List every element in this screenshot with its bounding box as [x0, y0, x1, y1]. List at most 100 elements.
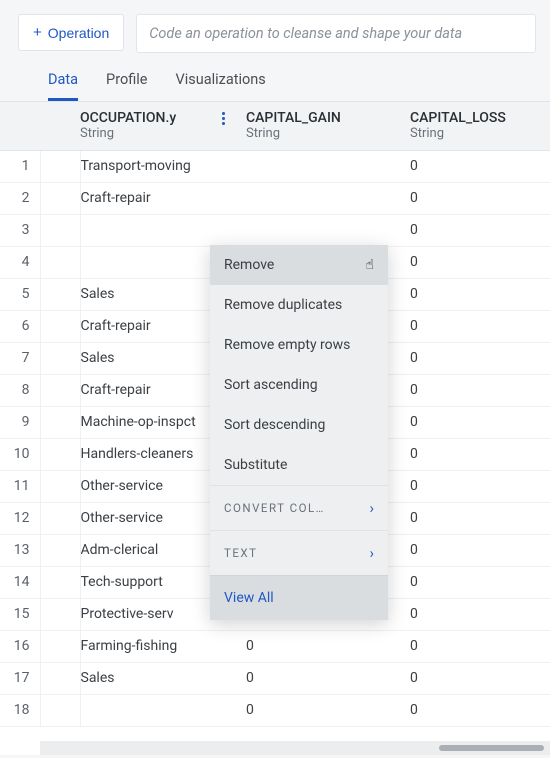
tabs: Data Profile Visualizations: [0, 53, 550, 102]
row-gap: [40, 598, 80, 630]
cell-capital-loss[interactable]: 0: [410, 342, 550, 374]
cell-capital-loss[interactable]: 0: [410, 694, 550, 726]
row-number: 2: [0, 182, 40, 214]
cell-capital-loss[interactable]: 0: [410, 502, 550, 534]
cell-capital-loss[interactable]: 0: [410, 182, 550, 214]
table-row[interactable]: 1 Transport-moving 0: [0, 150, 550, 182]
row-gap: [40, 342, 80, 374]
cell-capital-gain[interactable]: 0: [246, 662, 410, 694]
row-number: 6: [0, 310, 40, 342]
row-number: 4: [0, 246, 40, 278]
row-number: 16: [0, 630, 40, 662]
row-number: 12: [0, 502, 40, 534]
row-number: 17: [0, 662, 40, 694]
cell-occupation[interactable]: Craft-repair: [80, 182, 246, 214]
horizontal-scrollbar[interactable]: [40, 741, 550, 755]
cell-capital-gain[interactable]: 0: [246, 694, 410, 726]
cell-capital-loss[interactable]: 0: [410, 534, 550, 566]
row-number: 13: [0, 534, 40, 566]
table-row[interactable]: 30: [0, 214, 550, 246]
menu-item-view-all[interactable]: View All: [210, 575, 388, 620]
cell-capital-loss[interactable]: 0: [410, 310, 550, 342]
row-gap: [40, 438, 80, 470]
row-gap: [40, 246, 80, 278]
column-header-capital-gain[interactable]: CAPITAL_GAIN String: [246, 102, 410, 150]
column-type: String: [246, 126, 341, 141]
menu-item-remove-duplicates[interactable]: Remove duplicates: [210, 285, 388, 325]
menu-item-sort-ascending[interactable]: Sort ascending: [210, 365, 388, 405]
rownum-header: [0, 102, 40, 150]
cell-capital-loss[interactable]: 0: [410, 278, 550, 310]
add-operation-button[interactable]: + Operation: [18, 14, 124, 51]
column-header-capital-loss[interactable]: CAPITAL_LOSS String: [410, 102, 550, 150]
row-number: 15: [0, 598, 40, 630]
chevron-right-icon: ›: [369, 544, 374, 562]
chevron-right-icon: ›: [369, 499, 374, 517]
scrollbar-thumb[interactable]: [439, 745, 544, 751]
cell-capital-loss[interactable]: 0: [410, 406, 550, 438]
row-number: 18: [0, 694, 40, 726]
menu-item-sort-descending[interactable]: Sort descending: [210, 405, 388, 445]
cell-capital-gain[interactable]: [246, 150, 410, 182]
row-gap: [40, 214, 80, 246]
row-gap: [40, 566, 80, 598]
row-number: 9: [0, 406, 40, 438]
cell-capital-loss[interactable]: 0: [410, 662, 550, 694]
row-number: 14: [0, 566, 40, 598]
table-row[interactable]: 1800: [0, 694, 550, 726]
cell-capital-loss[interactable]: 0: [410, 438, 550, 470]
cell-occupation[interactable]: Sales: [80, 662, 246, 694]
column-context-menu: Remove ☝︎ Remove duplicates Remove empty…: [210, 245, 388, 620]
row-gap: [40, 502, 80, 534]
column-name: OCCUPATION.y: [80, 110, 176, 126]
row-gap: [40, 310, 80, 342]
row-number: 8: [0, 374, 40, 406]
data-grid: OCCUPATION.y String CAPITAL_GAIN String: [0, 102, 550, 755]
cell-capital-loss[interactable]: 0: [410, 150, 550, 182]
row-number: 10: [0, 438, 40, 470]
cell-capital-loss[interactable]: 0: [410, 246, 550, 278]
cell-occupation[interactable]: [80, 694, 246, 726]
row-gap: [40, 406, 80, 438]
tab-data[interactable]: Data: [48, 71, 78, 101]
tab-visualizations[interactable]: Visualizations: [176, 71, 266, 101]
table-row[interactable]: 17Sales00: [0, 662, 550, 694]
plus-icon: +: [33, 24, 42, 41]
menu-submenu-convert-column[interactable]: CONVERT COL… ›: [210, 485, 388, 530]
row-gap: [40, 694, 80, 726]
gap-header: [40, 102, 80, 150]
column-name: CAPITAL_LOSS: [410, 110, 506, 126]
operation-label: Operation: [48, 25, 109, 41]
cell-occupation[interactable]: [80, 214, 246, 246]
cell-capital-gain[interactable]: [246, 214, 410, 246]
menu-submenu-text[interactable]: TEXT ›: [210, 530, 388, 575]
table-row[interactable]: 2 Craft-repair 0: [0, 182, 550, 214]
table-row[interactable]: 16Farming-fishing00: [0, 630, 550, 662]
menu-item-substitute[interactable]: Substitute: [210, 445, 388, 485]
row-gap: [40, 150, 80, 182]
cell-occupation[interactable]: Farming-fishing: [80, 630, 246, 662]
row-gap: [40, 374, 80, 406]
column-header-occupation[interactable]: OCCUPATION.y String: [80, 102, 246, 150]
column-menu-icon[interactable]: [216, 110, 230, 125]
cell-capital-loss[interactable]: 0: [410, 374, 550, 406]
cell-capital-loss[interactable]: 0: [410, 566, 550, 598]
tab-profile[interactable]: Profile: [106, 71, 147, 101]
row-gap: [40, 278, 80, 310]
cell-capital-loss[interactable]: 0: [410, 630, 550, 662]
row-gap: [40, 662, 80, 694]
cell-capital-loss[interactable]: 0: [410, 214, 550, 246]
code-input[interactable]: Code an operation to cleanse and shape y…: [136, 14, 536, 53]
cell-capital-gain[interactable]: 0: [246, 630, 410, 662]
row-number: 5: [0, 278, 40, 310]
cell-capital-loss[interactable]: 0: [410, 470, 550, 502]
row-gap: [40, 534, 80, 566]
cell-capital-gain[interactable]: [246, 182, 410, 214]
menu-item-remove-empty-rows[interactable]: Remove empty rows: [210, 325, 388, 365]
row-number: 1: [0, 150, 40, 182]
cell-occupation[interactable]: Transport-moving: [80, 150, 246, 182]
menu-item-remove[interactable]: Remove ☝︎: [210, 245, 388, 285]
row-number: 11: [0, 470, 40, 502]
cell-capital-loss[interactable]: 0: [410, 598, 550, 630]
column-name: CAPITAL_GAIN: [246, 110, 341, 126]
